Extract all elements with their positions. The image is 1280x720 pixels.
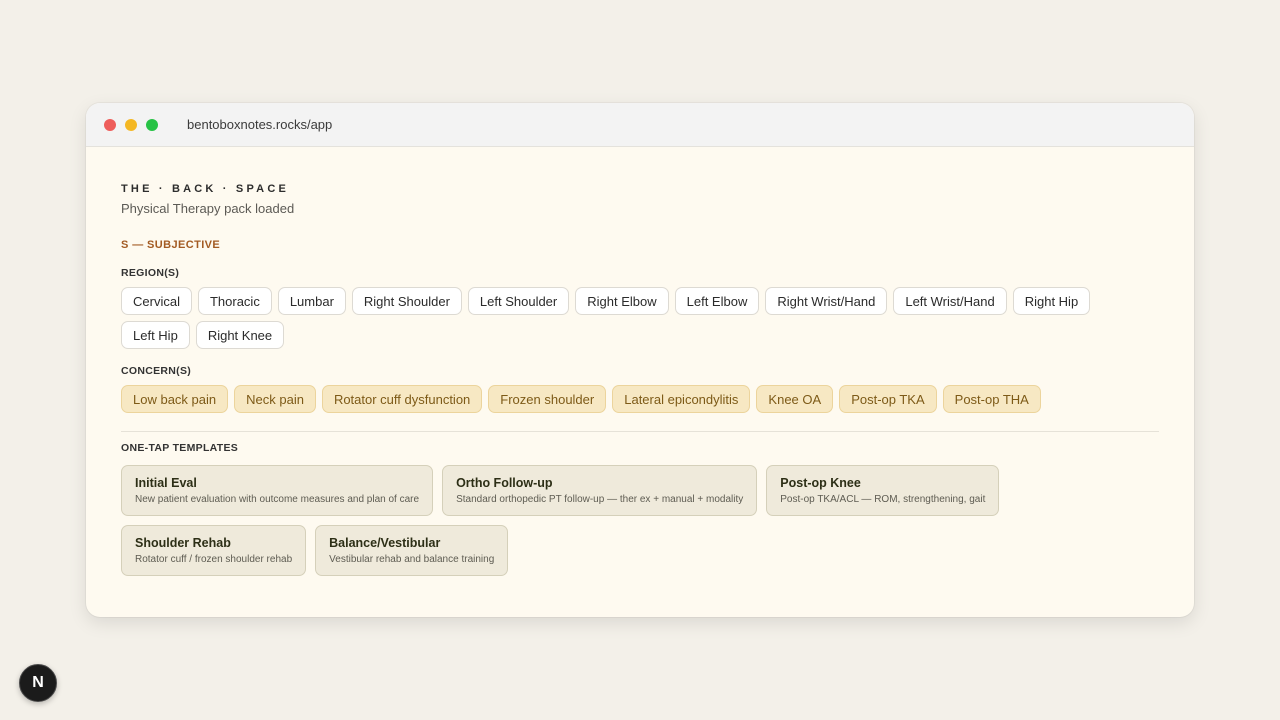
concern-chip[interactable]: Lateral epicondylitis xyxy=(612,385,751,413)
region-chip[interactable]: Left Wrist/Hand xyxy=(893,287,1007,315)
template-description: Vestibular rehab and balance training xyxy=(329,554,495,565)
app-content: THE · BACK · SPACE Physical Therapy pack… xyxy=(86,147,1194,576)
browser-window: bentoboxnotes.rocks/app THE · BACK · SPA… xyxy=(86,103,1194,617)
region-chip[interactable]: Right Shoulder xyxy=(351,287,462,315)
template-name: Ortho Follow-up xyxy=(456,476,553,490)
region-chip[interactable]: Lumbar xyxy=(277,287,346,315)
region-chip[interactable]: Right Hip xyxy=(1012,287,1091,315)
region-chip-list: Cervical Thoracic Lumbar Right Shoulder … xyxy=(121,287,1161,349)
region-chip[interactable]: Left Shoulder xyxy=(467,287,570,315)
pack-status: Physical Therapy pack loaded xyxy=(121,201,295,216)
minimize-window-dot[interactable] xyxy=(125,118,137,131)
concern-chip-list: Low back pain Neck pain Rotator cuff dys… xyxy=(121,385,1161,413)
concern-chip[interactable]: Neck pain xyxy=(234,385,316,413)
concern-chip[interactable]: Knee OA xyxy=(756,385,834,413)
concern-chip[interactable]: Rotator cuff dysfunction xyxy=(321,385,483,413)
concern-chip[interactable]: Post-op TKA xyxy=(839,385,937,413)
template-card-list: Initial Eval New patient evaluation with… xyxy=(121,465,1061,576)
maximize-window-dot[interactable] xyxy=(146,118,158,131)
template-name: Initial Eval xyxy=(135,476,197,490)
n-logo-badge[interactable]: N xyxy=(19,664,57,702)
brand-title: THE · BACK · SPACE xyxy=(121,183,290,195)
region-chip[interactable]: Right Wrist/Hand xyxy=(765,287,888,315)
template-name: Post-op Knee xyxy=(780,476,861,490)
address-bar-url[interactable]: bentoboxnotes.rocks/app xyxy=(187,117,332,132)
concern-chip[interactable]: Post-op THA xyxy=(942,385,1041,413)
template-card-initial-eval[interactable]: Initial Eval New patient evaluation with… xyxy=(121,465,434,516)
template-description: New patient evaluation with outcome meas… xyxy=(135,494,420,505)
region-chip[interactable]: Right Elbow xyxy=(575,287,669,315)
template-description: Standard orthopedic PT follow-up — ther … xyxy=(456,494,744,505)
region-label: REGION(S) xyxy=(121,267,180,279)
region-chip[interactable]: Right Knee xyxy=(195,321,285,349)
concern-chip[interactable]: Low back pain xyxy=(121,385,229,413)
region-chip[interactable]: Thoracic xyxy=(197,287,272,315)
title-bar: bentoboxnotes.rocks/app xyxy=(86,103,1194,147)
close-window-dot[interactable] xyxy=(104,118,116,131)
templates-label: ONE-TAP TEMPLATES xyxy=(121,442,239,454)
region-chip[interactable]: Left Elbow xyxy=(674,287,760,315)
section-divider xyxy=(121,431,1159,432)
template-description: Rotator cuff / frozen shoulder rehab xyxy=(135,554,293,565)
template-card-shoulder-rehab[interactable]: Shoulder Rehab Rotator cuff / frozen sho… xyxy=(121,525,307,576)
subjective-section-title: S — SUBJECTIVE xyxy=(121,239,221,251)
template-name: Balance/Vestibular xyxy=(329,536,441,550)
template-card-balance-vestibular[interactable]: Balance/Vestibular Vestibular rehab and … xyxy=(315,525,509,576)
template-name: Shoulder Rehab xyxy=(135,536,231,550)
concern-chip[interactable]: Frozen shoulder xyxy=(488,385,607,413)
region-chip[interactable]: Cervical xyxy=(121,287,192,315)
template-card-post-op-knee[interactable]: Post-op Knee Post-op TKA/ACL — ROM, stre… xyxy=(766,465,1000,516)
concern-label: CONCERN(S) xyxy=(121,365,192,377)
template-card-ortho-follow-up[interactable]: Ortho Follow-up Standard orthopedic PT f… xyxy=(442,465,758,516)
template-description: Post-op TKA/ACL — ROM, strengthening, ga… xyxy=(780,494,986,505)
region-chip[interactable]: Left Hip xyxy=(121,321,190,349)
